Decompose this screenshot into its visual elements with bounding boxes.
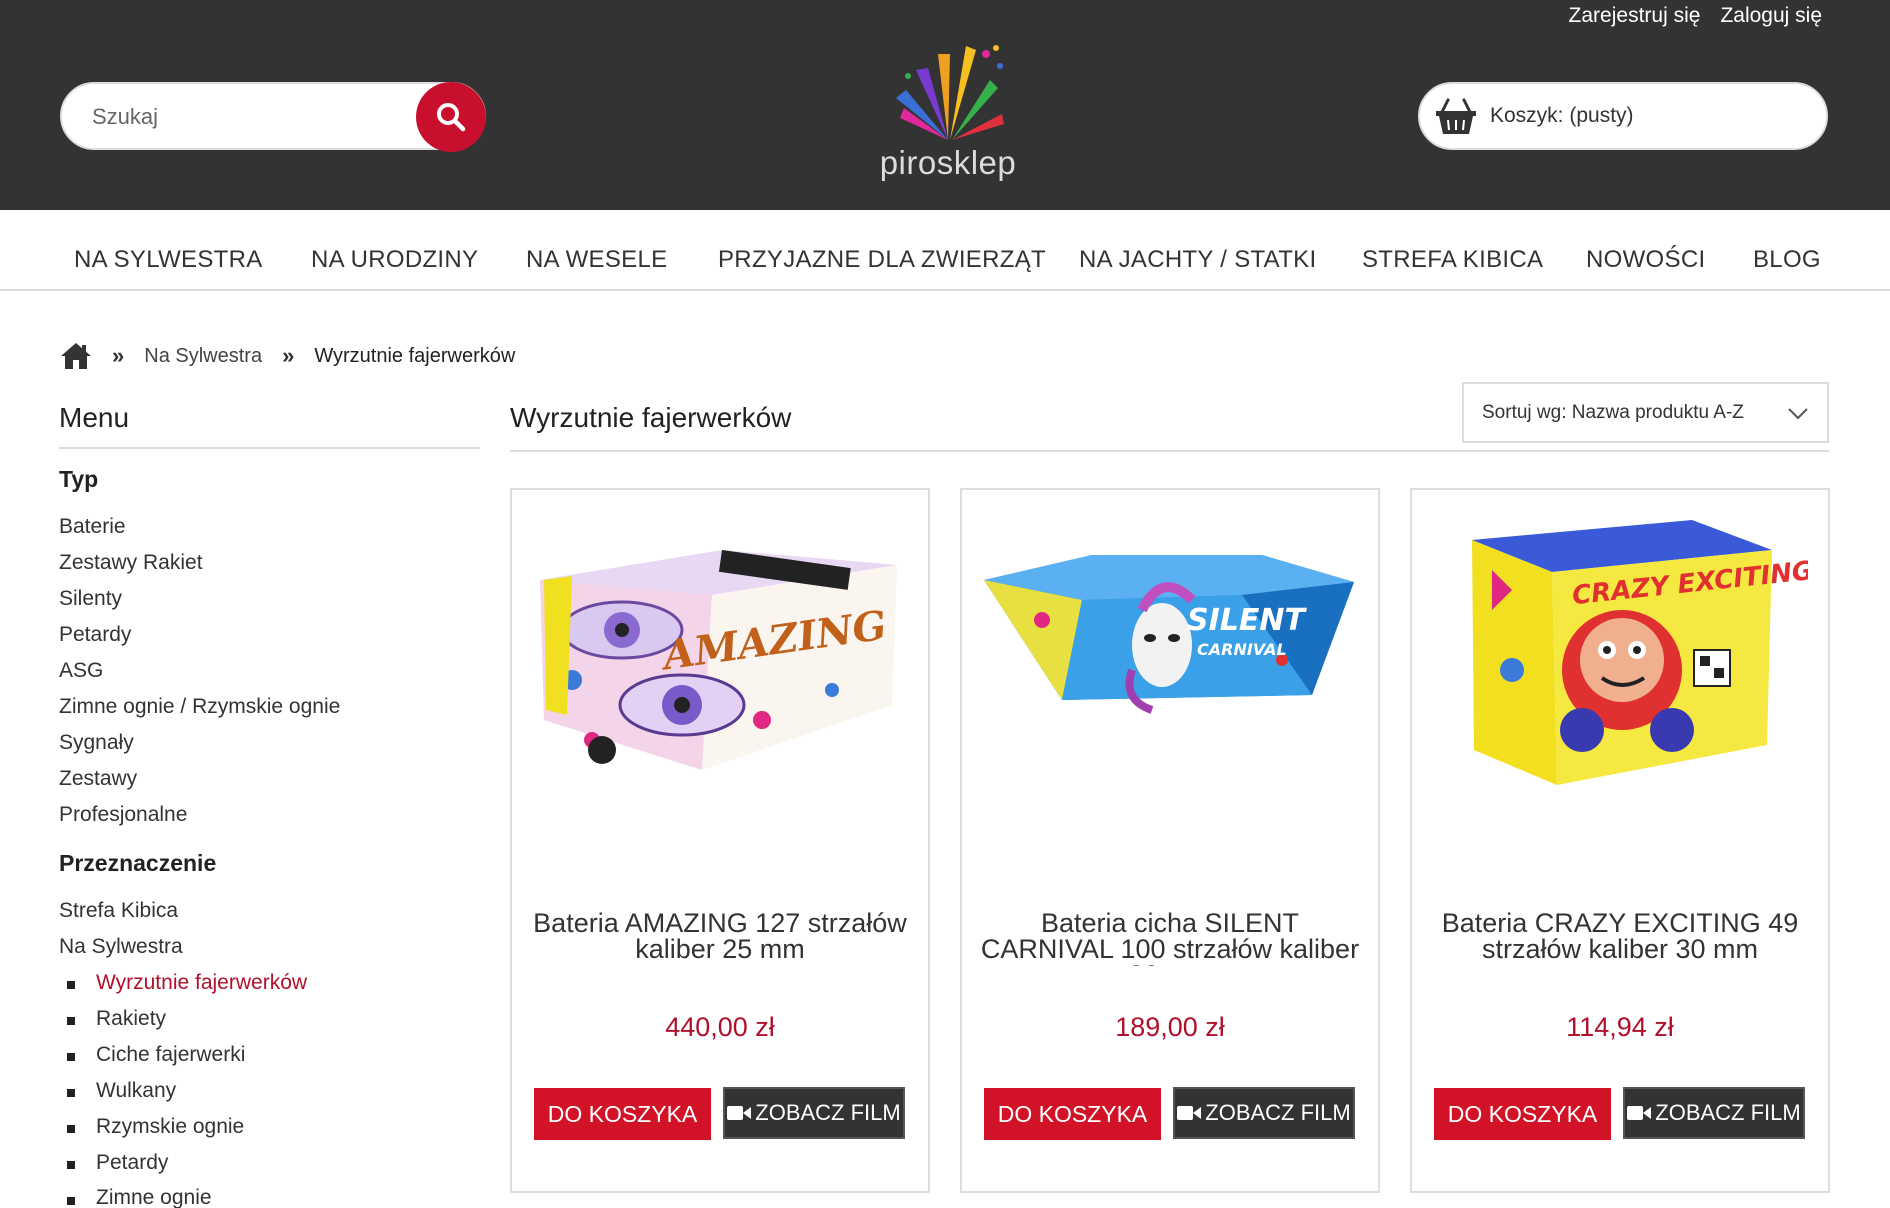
product-card: CRAZY EXCITING Bateria CRAZY EXCITING 49… [1410, 488, 1830, 1193]
product-name[interactable]: Bateria AMAZING 127 strzałów kaliber 25 … [522, 910, 918, 966]
sidebar-heading-type: Typ [59, 466, 99, 492]
product-price: 114,94 zł [1566, 1012, 1674, 1042]
breadcrumb-separator: » [112, 343, 125, 368]
watch-video-button[interactable]: ZOBACZ FILM [1173, 1087, 1355, 1139]
watch-video-button[interactable]: ZOBACZ FILM [1623, 1087, 1805, 1139]
add-to-cart-button[interactable]: DO KOSZYKA [534, 1088, 711, 1140]
register-link[interactable]: Zarejestruj się [1569, 4, 1701, 28]
nav-item-strefa-kibica[interactable]: STREFA KIBICA [1362, 246, 1543, 274]
list-bullet [67, 1161, 75, 1169]
sidebar-item-baterie[interactable]: Baterie [59, 515, 126, 539]
video-camera-icon [1177, 1106, 1202, 1120]
video-camera-icon [727, 1106, 752, 1120]
product-name[interactable]: Bateria CRAZY EXCITING 49 strzałów kalib… [1422, 910, 1818, 966]
site-header: Zarejestruj się Zaloguj się pirosklep [0, 0, 1890, 210]
nav-item-blog[interactable]: BLOG [1753, 246, 1821, 274]
sidebar-item-sygnaly[interactable]: Sygnały [59, 731, 134, 755]
search-button[interactable] [416, 82, 486, 152]
nav-item-przyjazne-dla-zwierzat[interactable]: PRZYJAZNE DLA ZWIERZĄT [718, 246, 1046, 274]
sidebar-subitem-ciche-fajerwerki[interactable]: Ciche fajerwerki [96, 1043, 245, 1067]
sidebar-item-zestawy[interactable]: Zestawy [59, 767, 137, 791]
breadcrumb-link-na-sylwestra[interactable]: Na Sylwestra [144, 345, 262, 368]
sidebar-subitem-rzymskie-ognie[interactable]: Rzymskie ognie [96, 1115, 244, 1139]
chevron-down-icon [1788, 408, 1808, 420]
sidebar-title: Menu [59, 402, 130, 433]
product-price: 189,00 zł [1115, 1012, 1225, 1042]
account-links: Zarejestruj się Zaloguj się [1569, 4, 1822, 28]
watch-video-label: ZOBACZ FILM [755, 1100, 901, 1125]
logo-text: pirosklep [879, 144, 1017, 181]
search-box [60, 82, 486, 152]
sort-dropdown[interactable]: Sortuj wg: Nazwa produktu A-Z [1462, 382, 1829, 443]
breadcrumb-separator: » [282, 343, 295, 368]
product-name[interactable]: Bateria cicha SILENT CARNIVAL 100 strzał… [972, 910, 1368, 966]
watch-video-label: ZOBACZ FILM [1205, 1100, 1351, 1125]
svg-text:CARNIVAL: CARNIVAL [1197, 640, 1287, 659]
sidebar-subitem-rakiety[interactable]: Rakiety [96, 1007, 166, 1031]
sidebar-item-profesjonalne[interactable]: Profesjonalne [59, 803, 187, 827]
list-bullet [67, 1089, 75, 1097]
add-to-cart-button[interactable]: DO KOSZYKA [1434, 1088, 1611, 1140]
list-bullet [67, 1125, 75, 1133]
sidebar-item-asg[interactable]: ASG [59, 659, 103, 683]
product-price: 440,00 zł [665, 1012, 775, 1042]
list-bullet [67, 1197, 75, 1205]
login-link[interactable]: Zaloguj się [1720, 4, 1822, 28]
breadcrumb-current: Wyrzutnie fajerwerków [314, 344, 516, 367]
nav-item-na-urodziny[interactable]: NA URODZINY [311, 246, 478, 274]
sidebar-subitem-zimne-ognie[interactable]: Zimne ognie [96, 1186, 212, 1208]
sidebar-heading-purpose: Przeznaczenie [59, 850, 217, 876]
site-logo[interactable]: pirosklep [878, 40, 1018, 190]
product-image-silent-carnival[interactable]: SILENT CARNIVAL [982, 510, 1358, 810]
cart-label: Koszyk: (pusty) [1490, 104, 1634, 127]
nav-item-na-jachty-statki[interactable]: NA JACHTY / STATKI [1079, 246, 1316, 274]
watch-video-button[interactable]: ZOBACZ FILM [723, 1087, 905, 1139]
sidebar-item-petardy[interactable]: Petardy [59, 623, 131, 647]
product-card: AMAZING Bateria AMAZING 127 strzałów kal… [510, 488, 930, 1193]
nav-item-na-sylwestra[interactable]: NA SYLWESTRA [74, 246, 263, 274]
fireworks-logo-icon [896, 45, 1004, 140]
sidebar-item-zestawy-rakiet[interactable]: Zestawy Rakiet [59, 551, 203, 575]
watch-video-label: ZOBACZ FILM [1655, 1100, 1801, 1125]
video-camera-icon [1627, 1106, 1652, 1120]
sidebar-item-zimne-ognie-rzymskie[interactable]: Zimne ognie / Rzymskie ognie [59, 695, 340, 719]
nav-item-na-wesele[interactable]: NA WESELE [526, 246, 667, 274]
list-bullet [67, 1017, 75, 1025]
sort-label: Sortuj wg: Nazwa produktu A-Z [1482, 401, 1744, 423]
sidebar-divider [59, 447, 480, 449]
sidebar-subitem-petardy[interactable]: Petardy [96, 1151, 168, 1175]
page-title: Wyrzutnie fajerwerków [510, 402, 792, 433]
search-icon [437, 103, 466, 132]
sidebar-subitem-wulkany[interactable]: Wulkany [96, 1079, 176, 1103]
home-icon[interactable] [60, 341, 92, 371]
product-image-crazy-exciting[interactable]: CRAZY EXCITING [1432, 510, 1808, 810]
product-card: SILENT CARNIVAL Bateria cicha SILENT CAR… [960, 488, 1380, 1193]
sidebar-item-silenty[interactable]: Silenty [59, 587, 122, 611]
list-bullet [67, 981, 75, 989]
list-bullet [67, 1053, 75, 1061]
search-input[interactable] [92, 98, 392, 136]
svg-text:SILENT: SILENT [1187, 603, 1307, 638]
basket-icon [1436, 98, 1476, 134]
sidebar-item-na-sylwestra[interactable]: Na Sylwestra [59, 935, 183, 959]
content-divider [510, 450, 1829, 452]
nav-item-nowosci[interactable]: NOWOŚCI [1586, 246, 1705, 274]
sidebar-item-strefa-kibica[interactable]: Strefa Kibica [59, 899, 178, 923]
sidebar-subitem-wyrzutnie-fajerwerkow[interactable]: Wyrzutnie fajerwerków [96, 971, 307, 995]
add-to-cart-button[interactable]: DO KOSZYKA [984, 1088, 1161, 1140]
cart-button[interactable]: Koszyk: (pusty) [1418, 82, 1828, 150]
product-image-amazing[interactable]: AMAZING [532, 510, 908, 810]
main-navigation: NA SYLWESTRA NA URODZINY NA WESELE PRZYJ… [0, 210, 1890, 291]
breadcrumb: » Na Sylwestra » Wyrzutnie fajerwerków [60, 338, 515, 374]
